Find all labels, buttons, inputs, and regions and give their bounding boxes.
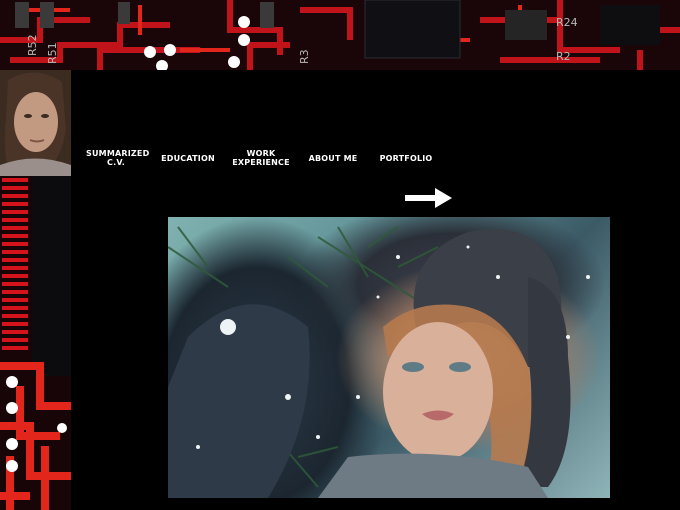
pcb-label: R3 [298,49,311,64]
nav-label: EDUCATION [161,154,215,163]
header-banner: R52 R51 R3 R24 R2 [0,0,680,70]
nav-label: WORK [246,149,276,158]
pcb-label: R51 [46,42,59,64]
nav-summarized-cv[interactable]: SUMMARIZED C.V. [86,149,150,167]
main-nav: SUMMARIZED C.V. EDUCATION WORK EXPERIENC… [71,146,680,178]
nav-label: C.V. [107,158,125,167]
pcb-label: R2 [556,50,571,63]
nav-label: SUMMARIZED [86,149,150,158]
arrow-right-icon[interactable] [405,188,453,208]
nav-work-experience[interactable]: WORK EXPERIENCE [229,149,293,167]
avatar [0,70,71,176]
nav-label: PORTFOLIO [379,154,433,163]
nav-portfolio[interactable]: PORTFOLIO [376,154,436,163]
portfolio-photo [168,217,610,498]
nav-about-me[interactable]: ABOUT ME [303,154,363,163]
nav-label: EXPERIENCE [232,158,290,167]
pcb-label: R52 [26,34,39,56]
nav-education[interactable]: EDUCATION [159,154,217,163]
side-banner [0,176,71,510]
pcb-label: R24 [556,16,578,29]
nav-label: ABOUT ME [308,154,358,163]
